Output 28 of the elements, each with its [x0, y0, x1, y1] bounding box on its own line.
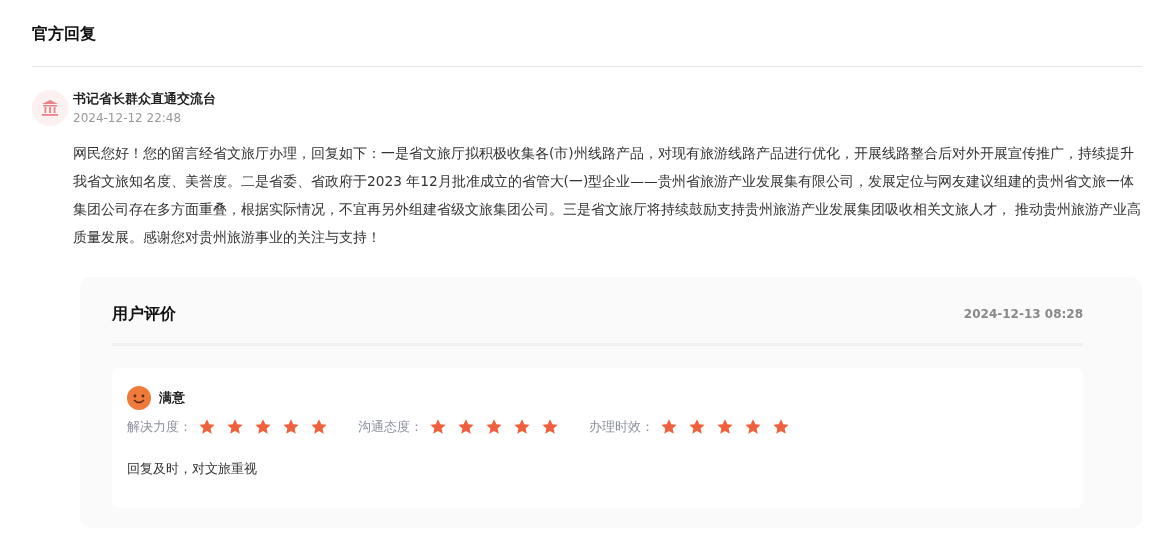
star-icon: [513, 418, 531, 436]
rating-label: 办理时效：: [589, 418, 654, 436]
star-icon: [744, 418, 762, 436]
reply-time: 2024-12-12 22:48: [73, 110, 183, 127]
smiley-icon: [127, 386, 151, 410]
star-icon: [688, 418, 706, 436]
star-icon: [254, 418, 272, 436]
verdict-label: 满意: [159, 389, 185, 407]
rating-label: 沟通态度：: [358, 418, 423, 436]
section-title: 官方回复: [32, 23, 97, 45]
star-icon: [429, 418, 447, 436]
comment-text: 回复及时，对文旅重视: [127, 460, 258, 478]
star-icon: [282, 418, 300, 436]
building-icon: [32, 90, 68, 126]
star-icon: [198, 418, 216, 436]
reply-text: 网民您好！您的留言经省文旅厅办理，回复如下：一是省文旅厅拟积极收集各(市)州线路产品，对现有旅游线路产品进行优化，开展线路整合后对外开展宣传推广，持续提升我省文旅知名度、美誉度。二是省委、省政府于2023 年12月批准成立的省管大(一)型企业——贵州省旅游产业发展集有限公司，发展定位与网友建议组建的贵州省文旅一体集团公司存在多方面重叠，根据实际情况，不宜再另外组建省级文旅集团公司。三是省文旅厅将持续鼓励支持贵州旅游产业发展集团吸收相关文旅人才， 推动贵州旅游产业高质量发展。感谢您对贵州旅游事业的关注与支持！: [73, 144, 1143, 247]
rating-label: 解决力度：: [127, 418, 192, 436]
star-icon: [716, 418, 734, 436]
star-icon: [541, 418, 559, 436]
star-icon: [485, 418, 503, 436]
evaluation-time: 2024-12-13 08:28: [963, 307, 1083, 321]
star-icon: [310, 418, 328, 436]
star-icon: [660, 418, 678, 436]
star-icon: [772, 418, 790, 436]
star-icon: [226, 418, 244, 436]
star-icon: [457, 418, 475, 436]
evaluation-title: 用户评价: [112, 303, 176, 325]
author-name: 书记省长群众直通交流台: [73, 90, 216, 108]
